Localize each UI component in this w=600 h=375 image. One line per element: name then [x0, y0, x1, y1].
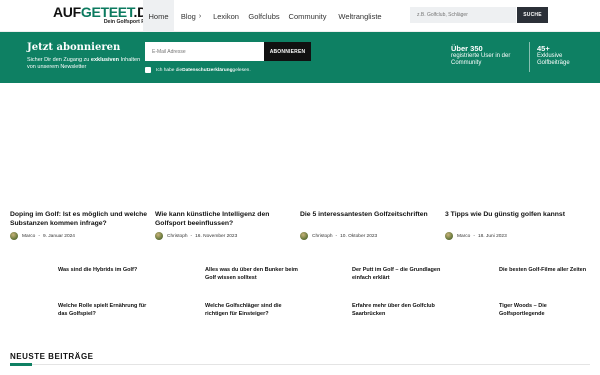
- article-link[interactable]: Welche Golfschläger sind die richtigen f…: [205, 303, 300, 318]
- post-date: 9. Januar 2024: [42, 233, 75, 239]
- post-author[interactable]: Marco: [457, 234, 470, 239]
- site-header: AUFGETEET.DE Dein Golfsport Portal Home …: [0, 0, 600, 32]
- post-title[interactable]: 3 Tipps wie Du günstig golfen kannst: [445, 211, 590, 229]
- logo-text-green: GETEET: [80, 4, 134, 20]
- site-logo[interactable]: AUFGETEET.DE Dein Golfsport Portal: [53, 4, 156, 28]
- avatar: [10, 232, 18, 240]
- main-nav: Home Blog › Lexikon Golfclubs Community W…: [143, 0, 389, 32]
- avatar: [445, 232, 453, 240]
- article-link[interactable]: Was sind die Hybrids im Golf?: [58, 267, 153, 275]
- nav-item-home[interactable]: Home: [143, 0, 174, 32]
- article-link[interactable]: Die besten Golf-Filme aller Zeiten: [499, 267, 589, 275]
- newsletter-title: Jetzt abonnieren: [27, 42, 121, 53]
- nav-label: Community: [288, 11, 327, 21]
- post-meta: Marco -9. Januar 2024: [10, 232, 155, 240]
- meta-separator: -: [190, 233, 193, 239]
- search-button[interactable]: SUCHE: [517, 7, 548, 23]
- nav-item-weltrangliste[interactable]: Weltrangliste: [331, 0, 389, 32]
- section-divider: [10, 364, 590, 365]
- stat-divider: [529, 42, 530, 72]
- avatar: [300, 232, 308, 240]
- featured-posts: Doping im Golf: Ist es möglich und welch…: [10, 211, 590, 240]
- featured-post[interactable]: Die 5 interessantesten Golfzeitschriften…: [300, 211, 445, 240]
- stat-label: registrierte User in der Community: [451, 53, 511, 66]
- meta-separator: -: [473, 233, 475, 239]
- nav-item-blog[interactable]: Blog ›: [174, 0, 208, 32]
- stat-posts: 45+ Exklusive Golfbeiträge: [537, 44, 582, 67]
- article-link-grid: Was sind die Hybrids im Golf? Alles was …: [0, 263, 600, 329]
- stat-users: Über 350 registrierte User in der Commun…: [451, 44, 526, 67]
- article-link[interactable]: Welche Rolle spielt Ernährung für das Go…: [58, 303, 153, 318]
- featured-post[interactable]: Wie kann künstliche Intelligenz den Golf…: [155, 211, 300, 240]
- privacy-link[interactable]: Datenschutzerklärung: [182, 68, 232, 73]
- featured-post[interactable]: Doping im Golf: Ist es möglich und welch…: [10, 211, 155, 240]
- section-title: NEUSTE BEITRÄGE: [10, 352, 94, 361]
- nav-label: Home: [148, 11, 169, 21]
- post-meta: Christoph -16. November 2023: [155, 232, 300, 240]
- logo-text-main: AUF: [53, 4, 81, 20]
- subtitle-bold: exklusiven: [90, 57, 120, 63]
- newsletter-subtitle: Sicher Dir den Zugang zu exklusiven Inha…: [27, 57, 142, 70]
- post-author[interactable]: Marco: [22, 234, 35, 239]
- post-author[interactable]: Christoph: [312, 234, 333, 239]
- post-date: 16. November 2023: [195, 233, 238, 239]
- featured-post[interactable]: 3 Tipps wie Du günstig golfen kannst Mar…: [445, 211, 590, 240]
- nav-item-lexikon[interactable]: Lexikon: [208, 0, 244, 32]
- stat-value: 45+: [537, 44, 550, 53]
- logo-tagline: Dein Golfsport Portal: [103, 19, 156, 25]
- consent-text: gelesen.: [232, 67, 251, 73]
- nav-label: Blog: [180, 11, 196, 21]
- nav-label: Golfclubs: [248, 11, 280, 21]
- section-accent-bar: [10, 363, 32, 366]
- newsletter-banner: Jetzt abonnieren Sicher Dir den Zugang z…: [0, 32, 600, 83]
- search-input[interactable]: [410, 7, 516, 23]
- post-title[interactable]: Doping im Golf: Ist es möglich und welch…: [10, 211, 155, 229]
- avatar: [155, 232, 163, 240]
- meta-separator: -: [335, 233, 338, 239]
- article-link[interactable]: Erfahre mehr über den Golfclub Saarbrück…: [352, 303, 447, 318]
- subscribe-button[interactable]: ABONNIEREN: [264, 42, 311, 61]
- post-title[interactable]: Die 5 interessantesten Golfzeitschriften: [300, 211, 445, 229]
- nav-item-community[interactable]: Community: [284, 0, 331, 32]
- email-field[interactable]: [145, 42, 264, 61]
- subtitle-text: Sicher Dir den Zugang zu: [27, 57, 91, 63]
- nav-item-golfclubs[interactable]: Golfclubs: [244, 0, 284, 32]
- consent-checkbox[interactable]: [145, 67, 151, 73]
- post-meta: Marco -18. Juni 2023: [445, 232, 590, 240]
- stat-value: Über 350: [451, 44, 483, 53]
- article-link[interactable]: Der Putt im Golf – die Grundlagen einfac…: [352, 267, 447, 282]
- post-title[interactable]: Wie kann künstliche Intelligenz den Golf…: [155, 211, 300, 229]
- post-date: 18. Juni 2023: [477, 233, 507, 239]
- post-date: 10. Oktober 2023: [340, 233, 378, 239]
- article-link[interactable]: Tiger Woods – Die Golfsportlegende: [499, 303, 589, 318]
- meta-separator: -: [38, 233, 40, 239]
- stat-label: Exklusive Golfbeiträge: [537, 53, 570, 66]
- consent-row: Ich habe die Datenschutzerklärung gelese…: [145, 67, 251, 73]
- post-author[interactable]: Christoph: [167, 234, 188, 239]
- nav-label: Lexikon: [213, 11, 239, 21]
- article-link[interactable]: Alles was du über den Bunker beim Golf w…: [205, 267, 300, 282]
- chevron-right-icon: ›: [198, 12, 202, 20]
- nav-label: Weltrangliste: [338, 11, 382, 21]
- consent-text: Ich habe die: [156, 67, 183, 73]
- post-meta: Christoph -10. Oktober 2023: [300, 232, 445, 240]
